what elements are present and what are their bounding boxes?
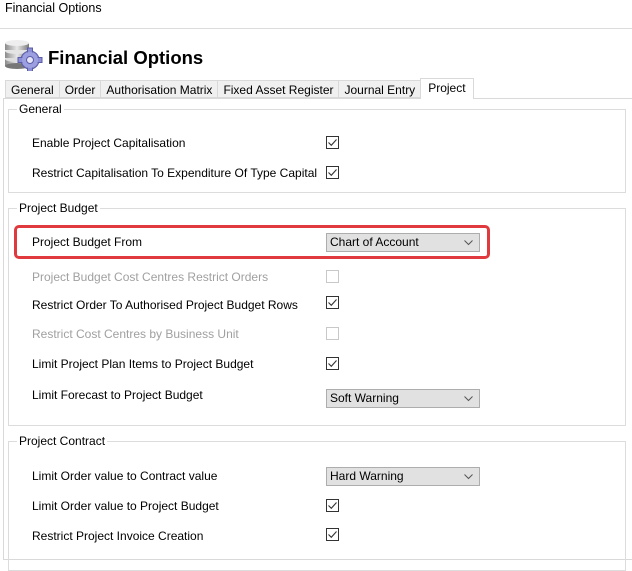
window-title: Financial Options [5,1,102,15]
restrict-capitalisation-checkbox[interactable] [326,166,339,179]
restrict-project-invoice-label: Restrict Project Invoice Creation [32,529,204,543]
tab-journal-entry[interactable]: Journal Entry [338,80,421,98]
check-icon [328,360,337,368]
limit-plan-items-label: Limit Project Plan Items to Project Budg… [32,357,254,371]
page-header: Financial Options [0,29,632,77]
limit-order-contract-value: Hard Warning [330,469,404,483]
restrict-order-authorised-rows-label: Restrict Order To Authorised Project Bud… [32,298,298,312]
general-group: General [8,102,626,193]
limit-order-project-budget-checkbox[interactable] [326,499,339,512]
limit-forecast-select[interactable]: Soft Warning [326,389,480,408]
enable-project-capitalisation-label: Enable Project Capitalisation [32,136,186,150]
budget-cost-centres-restrict-label: Project Budget Cost Centres Restrict Ord… [32,270,269,284]
chevron-down-icon [464,240,473,246]
budget-cost-centres-restrict-checkbox[interactable] [326,270,339,283]
window-titlebar: Financial Options [0,0,632,29]
project-budget-from-select[interactable]: Chart of Account [326,233,480,252]
enable-project-capitalisation-checkbox[interactable] [326,136,339,149]
check-icon [328,502,337,510]
chevron-down-icon [464,474,473,480]
project-contract-group-title: Project Contract [17,434,108,448]
project-budget-group-title: Project Budget [17,201,100,215]
tab-order[interactable]: Order [58,80,101,98]
check-icon [328,299,337,307]
project-budget-from-label: Project Budget From [32,235,143,249]
chevron-down-icon [464,396,473,402]
check-icon [328,531,337,539]
tab-general[interactable]: General [5,80,59,98]
check-icon [328,169,337,177]
database-gear-icon [5,40,43,71]
tab-fixed-asset-register[interactable]: Fixed Asset Register [217,80,339,98]
restrict-project-invoice-checkbox[interactable] [326,528,339,541]
limit-forecast-value: Soft Warning [330,391,399,405]
page-title: Financial Options [48,47,204,68]
project-budget-from-value: Chart of Account [330,235,419,249]
tab-strip: General Order Authorisation Matrix Fixed… [5,78,474,99]
check-icon [328,139,337,147]
limit-plan-items-checkbox[interactable] [326,357,339,370]
restrict-cost-centres-business-unit-label: Restrict Cost Centres by Business Unit [32,327,239,341]
restrict-capitalisation-label: Restrict Capitalisation To Expenditure O… [32,166,318,180]
limit-forecast-label: Limit Forecast to Project Budget [32,388,203,402]
limit-order-project-budget-label: Limit Order value to Project Budget [32,499,219,513]
restrict-order-authorised-rows-checkbox[interactable] [326,296,339,309]
restrict-cost-centres-business-unit-checkbox[interactable] [326,327,339,340]
tab-project[interactable]: Project [420,78,474,99]
limit-order-contract-label: Limit Order value to Contract value [32,469,218,483]
general-group-title: General [17,102,64,116]
limit-order-contract-select[interactable]: Hard Warning [326,467,480,486]
tab-authorisation-matrix[interactable]: Authorisation Matrix [100,80,218,98]
